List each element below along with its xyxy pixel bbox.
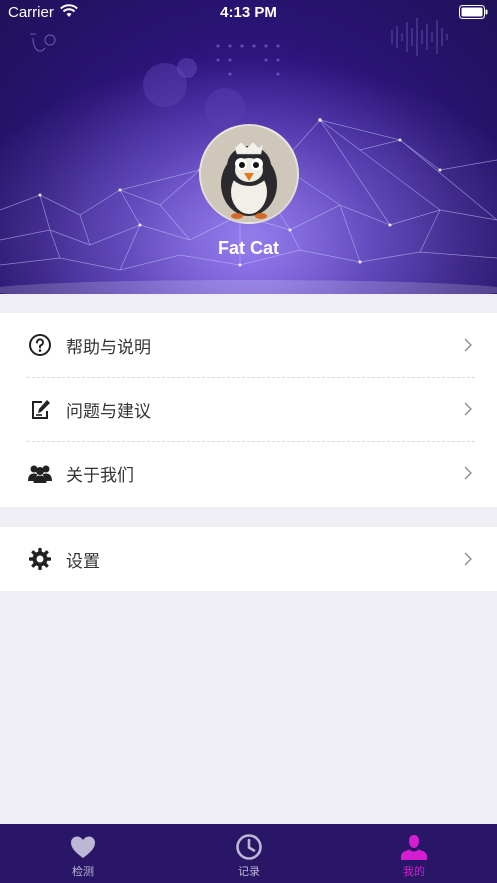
person-icon <box>401 835 427 860</box>
menu-item-label: 关于我们 <box>66 465 134 486</box>
menu-item-label: 帮助与说明 <box>66 337 151 358</box>
chevron-right-icon <box>464 402 472 416</box>
tab-label: 我的 <box>403 865 425 878</box>
gear-icon <box>27 546 53 572</box>
menu-item-label: 设置 <box>66 551 100 572</box>
chevron-right-icon <box>464 338 472 352</box>
avatar[interactable] <box>199 124 299 224</box>
menu-group-main: 帮助与说明 问题与建议 关于我们 <box>0 313 497 507</box>
tab-detect[interactable]: 检测 <box>0 824 166 883</box>
menu-item-settings[interactable]: 设置 <box>0 527 497 591</box>
tab-records[interactable]: 记录 <box>166 824 332 883</box>
menu-group-settings: 设置 <box>0 527 497 591</box>
chevron-right-icon <box>464 466 472 480</box>
tab-label: 记录 <box>238 865 260 878</box>
battery-icon <box>459 5 489 23</box>
profile-header: Carrier 4:13 PM Fat Cat <box>0 0 497 294</box>
tab-bar: 检测 记录 我的 <box>0 824 497 883</box>
menu-item-help[interactable]: 帮助与说明 <box>0 313 497 377</box>
username: Fat Cat <box>217 238 279 258</box>
menu-item-label: 问题与建议 <box>66 401 151 422</box>
tab-label: 检测 <box>72 865 94 878</box>
penguin-avatar-image <box>201 126 297 222</box>
clock-icon <box>236 834 262 860</box>
help-circle-icon <box>27 332 53 358</box>
menu-item-feedback[interactable]: 问题与建议 <box>0 377 497 441</box>
chevron-right-icon <box>464 552 472 566</box>
edit-note-icon <box>27 396 53 422</box>
clock-time: 4:13 PM <box>220 4 277 21</box>
tab-mine[interactable]: 我的 <box>331 824 497 883</box>
users-icon <box>27 460 53 486</box>
status-bar: Carrier 4:13 PM <box>0 0 497 26</box>
heart-icon <box>71 836 95 858</box>
menu-item-about[interactable]: 关于我们 <box>0 441 497 505</box>
